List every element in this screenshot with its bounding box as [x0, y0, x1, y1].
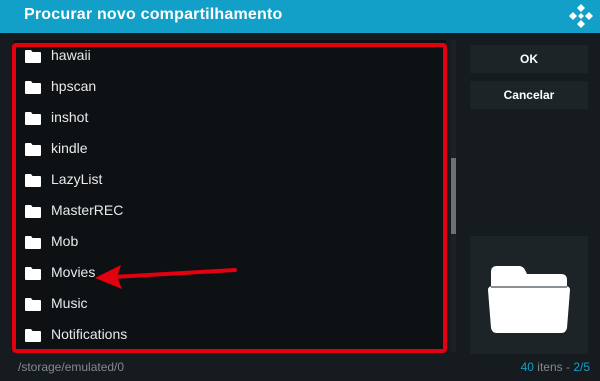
- folder-icon: [25, 205, 41, 218]
- current-path: /storage/emulated/0: [18, 360, 125, 374]
- list-item-label: hpscan: [51, 78, 97, 94]
- item-count-info: 40 itens - 2/5: [521, 360, 590, 374]
- folder-icon: [25, 112, 41, 125]
- list-item-mob[interactable]: Mob: [14, 227, 446, 258]
- dialog-titlebar: Procurar novo compartilhamento: [0, 0, 600, 33]
- folder-icon: [25, 174, 41, 187]
- list-item-label: LazyList: [51, 171, 103, 187]
- list-item-label: kindle: [51, 140, 88, 156]
- folder-icon: [25, 50, 41, 63]
- item-count: 40: [520, 360, 534, 374]
- scrollbar-thumb[interactable]: [451, 158, 456, 234]
- list-item-label: Music: [51, 295, 88, 311]
- list-item-label: inshot: [51, 109, 89, 125]
- list-item-label: hawaii: [51, 47, 91, 63]
- large-folder-icon: [488, 266, 570, 333]
- folder-preview: [470, 236, 588, 354]
- list-item-notifications[interactable]: Notifications: [14, 320, 446, 351]
- list-item-hawaii[interactable]: hawaii: [14, 41, 446, 72]
- list-item-label: Notifications: [51, 326, 128, 342]
- folder-icon: [25, 236, 41, 249]
- list-item-label: Movies: [51, 264, 96, 280]
- list-item-music[interactable]: Music: [14, 289, 446, 320]
- list-item-movies[interactable]: Movies: [14, 258, 446, 289]
- dialog-title: Procurar novo compartilhamento: [24, 6, 283, 23]
- ok-button[interactable]: OK: [470, 45, 588, 73]
- list-item-masterrec[interactable]: MasterREC: [14, 196, 446, 227]
- list-item-label: Mob: [51, 233, 79, 249]
- folder-icon: [25, 81, 41, 94]
- page-indicator: 2/5: [573, 360, 590, 374]
- list-item-inshot[interactable]: inshot: [14, 103, 446, 134]
- list-item-lazylist[interactable]: LazyList: [14, 165, 446, 196]
- list-item-kindle[interactable]: kindle: [14, 134, 446, 165]
- file-list[interactable]: hawaii hpscan inshot kindle LazyList Mas…: [14, 40, 446, 352]
- folder-icon: [25, 329, 41, 342]
- list-scrollbar[interactable]: [451, 40, 456, 352]
- folder-icon: [25, 143, 41, 156]
- folder-icon: [25, 267, 41, 280]
- items-word: itens -: [533, 360, 574, 374]
- kodi-logo-icon: [569, 4, 593, 28]
- folder-icon: [25, 298, 41, 311]
- list-item-label: MasterREC: [51, 202, 124, 218]
- cancel-button[interactable]: Cancelar: [470, 81, 588, 109]
- list-item-hpscan[interactable]: hpscan: [14, 72, 446, 103]
